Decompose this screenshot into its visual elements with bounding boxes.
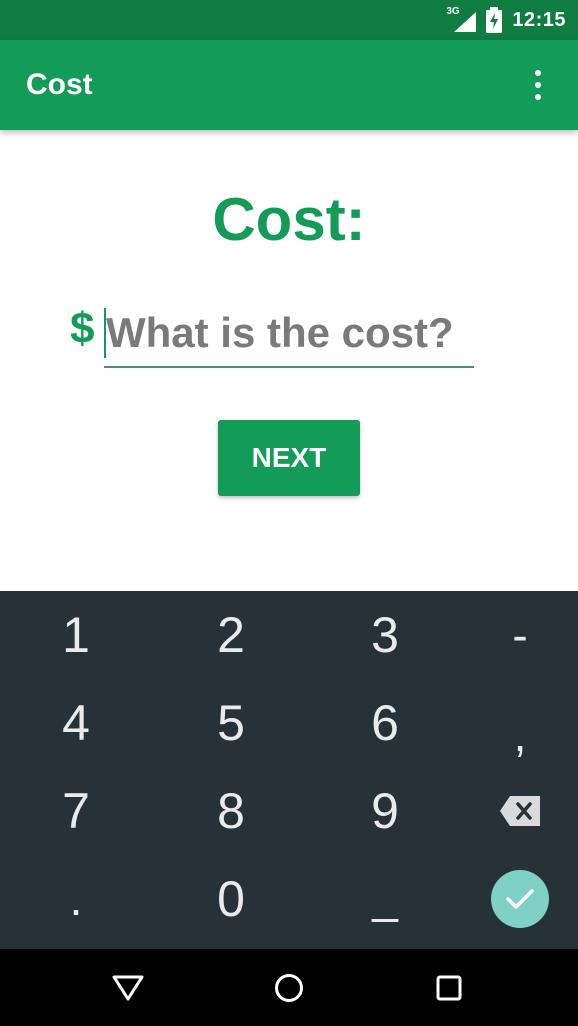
key-2[interactable]: 2	[159, 591, 303, 679]
page-heading: Cost:	[212, 186, 366, 253]
app-title: Cost	[26, 68, 93, 101]
key-5[interactable]: 5	[159, 679, 303, 767]
signal-icon: 3G	[446, 6, 477, 32]
key-9[interactable]: 9	[313, 767, 457, 855]
key-3[interactable]: 3	[313, 591, 457, 679]
numeric-keyboard: 1 2 3 - 4 5 6 , 7 8 9 . 0 _	[0, 591, 578, 949]
back-icon	[112, 975, 144, 1000]
key-0[interactable]: 0	[159, 855, 303, 943]
battery-charging-icon	[486, 7, 503, 33]
status-icons: 3G 12:15	[446, 0, 566, 40]
key-1[interactable]: 1	[4, 591, 148, 679]
check-icon	[506, 889, 534, 909]
next-button[interactable]: NEXT	[218, 420, 360, 496]
status-bar: 3G 12:15	[0, 0, 578, 40]
key-dash[interactable]: -	[448, 591, 578, 679]
recents-icon	[436, 975, 462, 1000]
backspace-key[interactable]	[448, 767, 578, 855]
key-space[interactable]: _	[313, 853, 457, 941]
home-button[interactable]	[229, 949, 349, 1026]
done-key[interactable]	[448, 855, 578, 943]
currency-symbol: $	[70, 304, 95, 353]
key-8[interactable]: 8	[159, 767, 303, 855]
more-vert-icon[interactable]	[520, 70, 556, 100]
key-6[interactable]: 6	[313, 679, 457, 767]
text-cursor	[104, 308, 106, 358]
key-period[interactable]: .	[4, 855, 148, 943]
clock: 12:15	[512, 8, 566, 31]
home-icon	[275, 973, 303, 1002]
navigation-bar	[0, 949, 578, 1026]
recents-button[interactable]	[389, 949, 509, 1026]
back-button[interactable]	[68, 949, 188, 1026]
cost-input[interactable]	[104, 300, 474, 368]
key-4[interactable]: 4	[4, 679, 148, 767]
key-comma[interactable]: ,	[448, 691, 578, 779]
done-button[interactable]	[491, 870, 549, 928]
key-7[interactable]: 7	[4, 767, 148, 855]
app-bar: Cost	[0, 40, 578, 130]
backspace-icon	[500, 796, 540, 826]
